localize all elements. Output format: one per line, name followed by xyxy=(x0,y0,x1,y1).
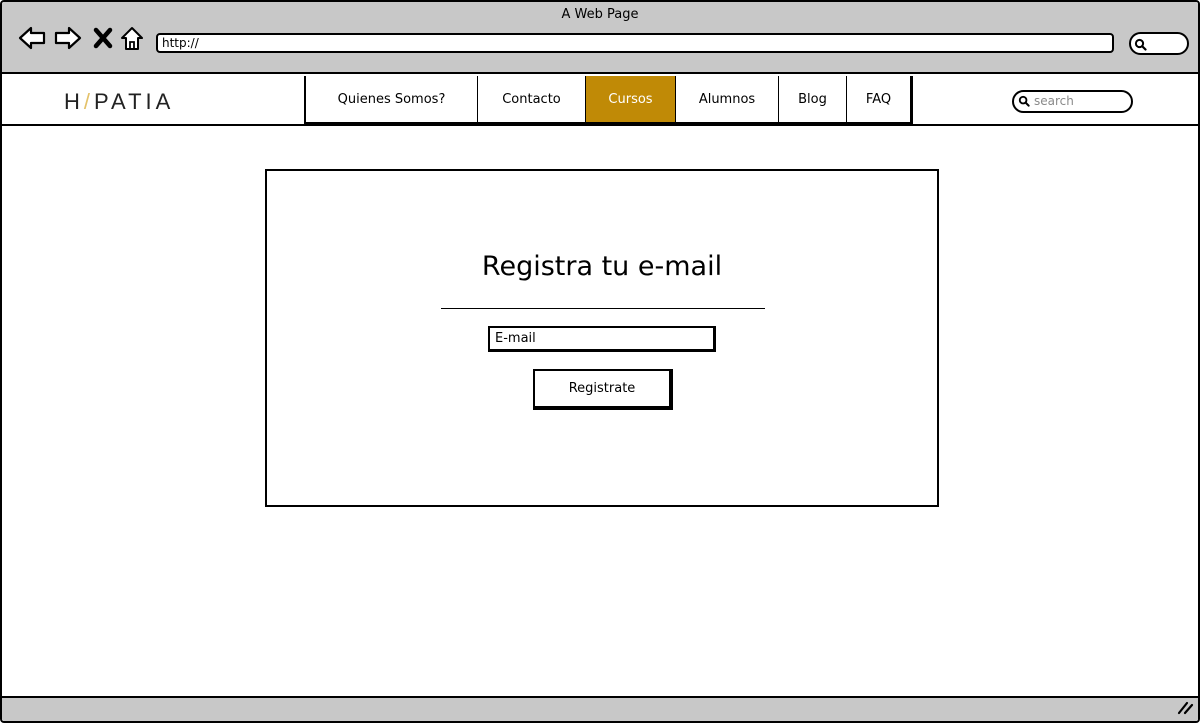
nav-item-cursos[interactable]: Cursos xyxy=(586,76,676,122)
home-icon[interactable] xyxy=(117,24,147,52)
close-x-icon[interactable] xyxy=(88,24,118,52)
search-icon xyxy=(1018,95,1031,114)
logo-slash: / xyxy=(83,89,95,114)
back-arrow-icon[interactable] xyxy=(17,24,47,52)
main-nav: Quienes Somos? Contacto Cursos Alumnos B… xyxy=(304,76,913,124)
email-input[interactable] xyxy=(488,326,716,352)
forward-arrow-icon[interactable] xyxy=(53,24,83,52)
status-bar xyxy=(2,696,1198,721)
browser-search-box[interactable] xyxy=(1129,32,1189,55)
browser-toolbar: A Web Page http:// xyxy=(2,2,1198,74)
browser-window: A Web Page http:// H/PATIA Quienes Somos… xyxy=(0,0,1200,723)
logo-text-right: PATIA xyxy=(94,89,175,114)
register-card: Registra tu e-mail Registrate xyxy=(265,169,939,507)
hypatia-logo[interactable]: H/PATIA xyxy=(64,89,174,115)
site-search-input[interactable]: search xyxy=(1012,90,1133,113)
search-placeholder: search xyxy=(1034,94,1074,108)
window-title: A Web Page xyxy=(561,7,639,22)
site-header: H/PATIA Quienes Somos? Contacto Cursos A… xyxy=(2,76,1198,126)
title-divider xyxy=(441,308,765,309)
nav-item-quienes-somos[interactable]: Quienes Somos? xyxy=(306,76,478,122)
logo-text-left: H xyxy=(64,89,84,114)
register-button[interactable]: Registrate xyxy=(533,369,673,410)
nav-item-alumnos[interactable]: Alumnos xyxy=(676,76,779,122)
register-title: Registra tu e-mail xyxy=(481,251,723,282)
address-bar[interactable]: http:// xyxy=(156,33,1114,53)
nav-item-faq[interactable]: FAQ xyxy=(847,76,910,122)
resize-grip-icon[interactable] xyxy=(1176,699,1194,719)
nav-item-contacto[interactable]: Contacto xyxy=(478,76,586,122)
magnifier-icon xyxy=(1134,37,1148,56)
nav-item-blog[interactable]: Blog xyxy=(779,76,847,122)
